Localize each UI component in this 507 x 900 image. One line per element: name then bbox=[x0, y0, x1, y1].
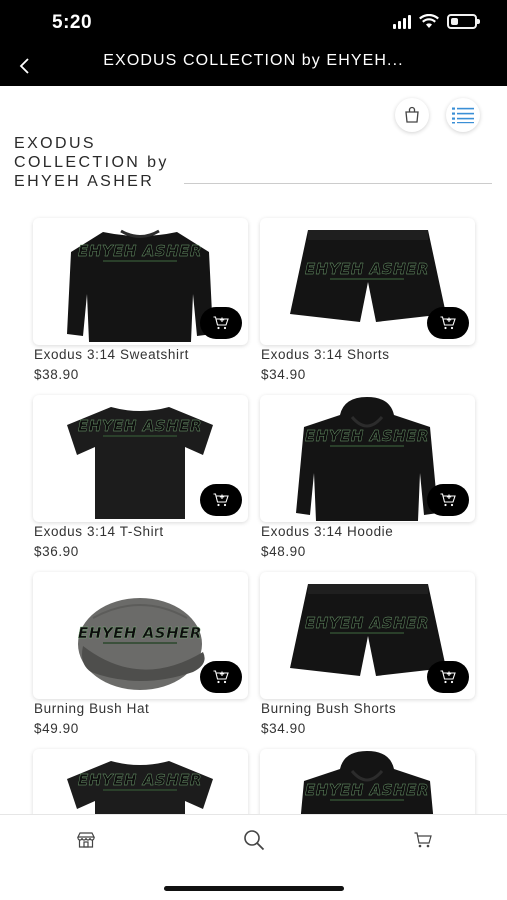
brand-print: EHYEH ASHER bbox=[78, 242, 202, 260]
add-to-cart-button[interactable] bbox=[427, 484, 469, 516]
product-name: Exodus 3:14 Hoodie bbox=[261, 524, 394, 539]
product-price: $48.90 bbox=[261, 544, 306, 559]
nav-title: EXODUS COLLECTION by EHYEH... bbox=[103, 52, 404, 69]
brand-print: EHYEH ASHER bbox=[305, 781, 429, 799]
add-to-cart-icon bbox=[440, 316, 456, 330]
product-thumbnail[interactable]: EHYEH ASHER bbox=[260, 395, 475, 522]
product-price: $34.90 bbox=[261, 367, 306, 382]
product-name: Exodus 3:14 T-Shirt bbox=[34, 524, 164, 539]
brand-print: EHYEH ASHER bbox=[78, 771, 202, 789]
product-name: Burning Bush Hat bbox=[34, 701, 150, 716]
tab-cart[interactable] bbox=[403, 827, 443, 853]
product-name: Burning Bush Shorts bbox=[261, 701, 397, 716]
signal-icon bbox=[393, 14, 411, 29]
add-to-cart-button[interactable] bbox=[427, 307, 469, 339]
product-name: Exodus 3:14 Sweatshirt bbox=[34, 347, 190, 362]
brand-print: EHYEH ASHER bbox=[305, 614, 429, 632]
brand-print: EHYEH ASHER bbox=[78, 624, 202, 642]
product-price: $34.90 bbox=[261, 721, 306, 736]
list-view-button[interactable] bbox=[446, 98, 480, 132]
tab-search[interactable] bbox=[234, 827, 274, 853]
bag-button[interactable] bbox=[395, 98, 429, 132]
add-to-cart-icon bbox=[213, 670, 229, 684]
battery-icon bbox=[447, 14, 480, 29]
add-to-cart-icon bbox=[440, 670, 456, 684]
add-to-cart-button[interactable] bbox=[200, 307, 242, 339]
shopping-bag-icon bbox=[405, 106, 419, 123]
add-to-cart-icon bbox=[213, 316, 229, 330]
product-thumbnail[interactable]: EHYEH ASHER bbox=[33, 572, 248, 699]
list-view-icon bbox=[452, 107, 474, 124]
add-to-cart-icon bbox=[440, 493, 456, 507]
wifi-icon bbox=[419, 14, 439, 28]
status-bar: 5:20 bbox=[0, 0, 507, 46]
brand-print: EHYEH ASHER bbox=[305, 427, 429, 445]
tab-store[interactable] bbox=[66, 827, 106, 853]
product-price: $36.90 bbox=[34, 544, 79, 559]
add-to-cart-button[interactable] bbox=[200, 484, 242, 516]
product-thumbnail[interactable]: EHYEH ASHER bbox=[260, 572, 475, 699]
brand-print: EHYEH ASHER bbox=[305, 260, 429, 278]
product-thumbnail[interactable]: EHYEH ASHER bbox=[260, 218, 475, 345]
collection-heading: EXODUS COLLECTION by EHYEH ASHER bbox=[14, 135, 169, 190]
heading-divider bbox=[184, 183, 492, 184]
cart-icon bbox=[414, 832, 432, 848]
product-thumbnail[interactable]: EHYEH ASHER bbox=[33, 218, 248, 345]
brand-print: EHYEH ASHER bbox=[78, 417, 202, 435]
add-to-cart-icon bbox=[213, 493, 229, 507]
product-price: $38.90 bbox=[34, 367, 79, 382]
home-indicator bbox=[164, 886, 344, 891]
store-icon bbox=[77, 832, 95, 848]
product-name: Exodus 3:14 Shorts bbox=[261, 347, 390, 362]
product-thumbnail[interactable]: EHYEH ASHER bbox=[33, 395, 248, 522]
add-to-cart-button[interactable] bbox=[200, 661, 242, 693]
product-price: $49.90 bbox=[34, 721, 79, 736]
search-icon bbox=[244, 830, 265, 851]
status-time: 5:20 bbox=[52, 12, 93, 33]
nav-bar: EXODUS COLLECTION by EHYEH... bbox=[0, 46, 507, 86]
status-icons bbox=[393, 14, 480, 29]
add-to-cart-button[interactable] bbox=[427, 661, 469, 693]
